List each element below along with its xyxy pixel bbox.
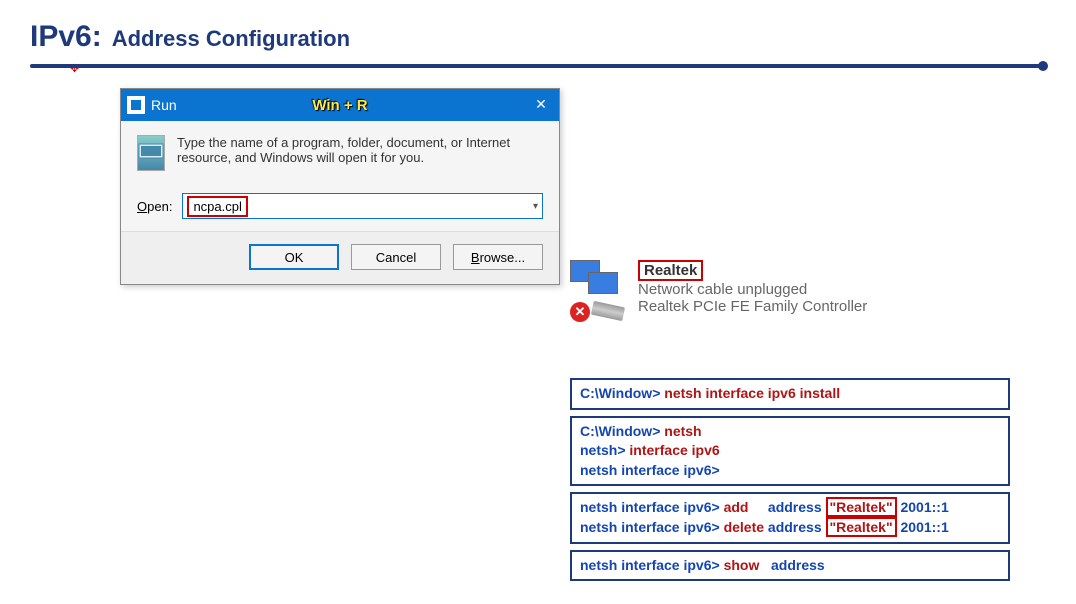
run-title-label: Run bbox=[151, 97, 177, 113]
cmd-box-4: netsh interface ipv6> show address bbox=[570, 550, 1010, 582]
close-icon[interactable]: ✕ bbox=[531, 94, 551, 114]
run-titlebar: Run Win + R ✕ bbox=[121, 89, 559, 121]
cable-icon bbox=[591, 301, 625, 321]
open-value: ncpa.cpl bbox=[187, 196, 247, 217]
title-sub: Address Configuration bbox=[112, 26, 350, 52]
browse-button[interactable]: Browse... bbox=[453, 244, 543, 270]
adapter-icon: ✕ bbox=[570, 260, 630, 330]
adapter-status: Network cable unplugged bbox=[638, 281, 867, 298]
open-label: Open: bbox=[137, 199, 172, 214]
ok-button[interactable]: OK bbox=[249, 244, 339, 270]
open-combobox[interactable]: ncpa.cpl ▾ bbox=[182, 193, 543, 219]
adapter-name: Realtek bbox=[638, 260, 703, 281]
title-main: IPv6: bbox=[30, 20, 102, 54]
cmd-box-3: netsh interface ipv6> add address "Realt… bbox=[570, 492, 1010, 543]
cmd-box-1: C:\Window> netsh interface ipv6 install bbox=[570, 378, 1010, 410]
network-adapter: ✕ Realtek Network cable unplugged Realte… bbox=[570, 260, 867, 330]
run-shortcut-label: Win + R bbox=[312, 97, 367, 114]
run-body-icon bbox=[137, 135, 165, 171]
error-icon: ✕ bbox=[570, 302, 590, 322]
chevron-down-icon[interactable]: ▾ bbox=[533, 201, 538, 212]
divider bbox=[30, 64, 1046, 68]
adapter-device: Realtek PCIe FE Family Controller bbox=[638, 298, 867, 315]
cancel-button[interactable]: Cancel bbox=[351, 244, 441, 270]
run-app-icon bbox=[127, 96, 145, 114]
run-dialog: Run Win + R ✕ Type the name of a program… bbox=[120, 88, 560, 285]
run-description: Type the name of a program, folder, docu… bbox=[177, 135, 543, 165]
cmd-box-2: C:\Window> netsh netsh> interface ipv6 n… bbox=[570, 416, 1010, 487]
